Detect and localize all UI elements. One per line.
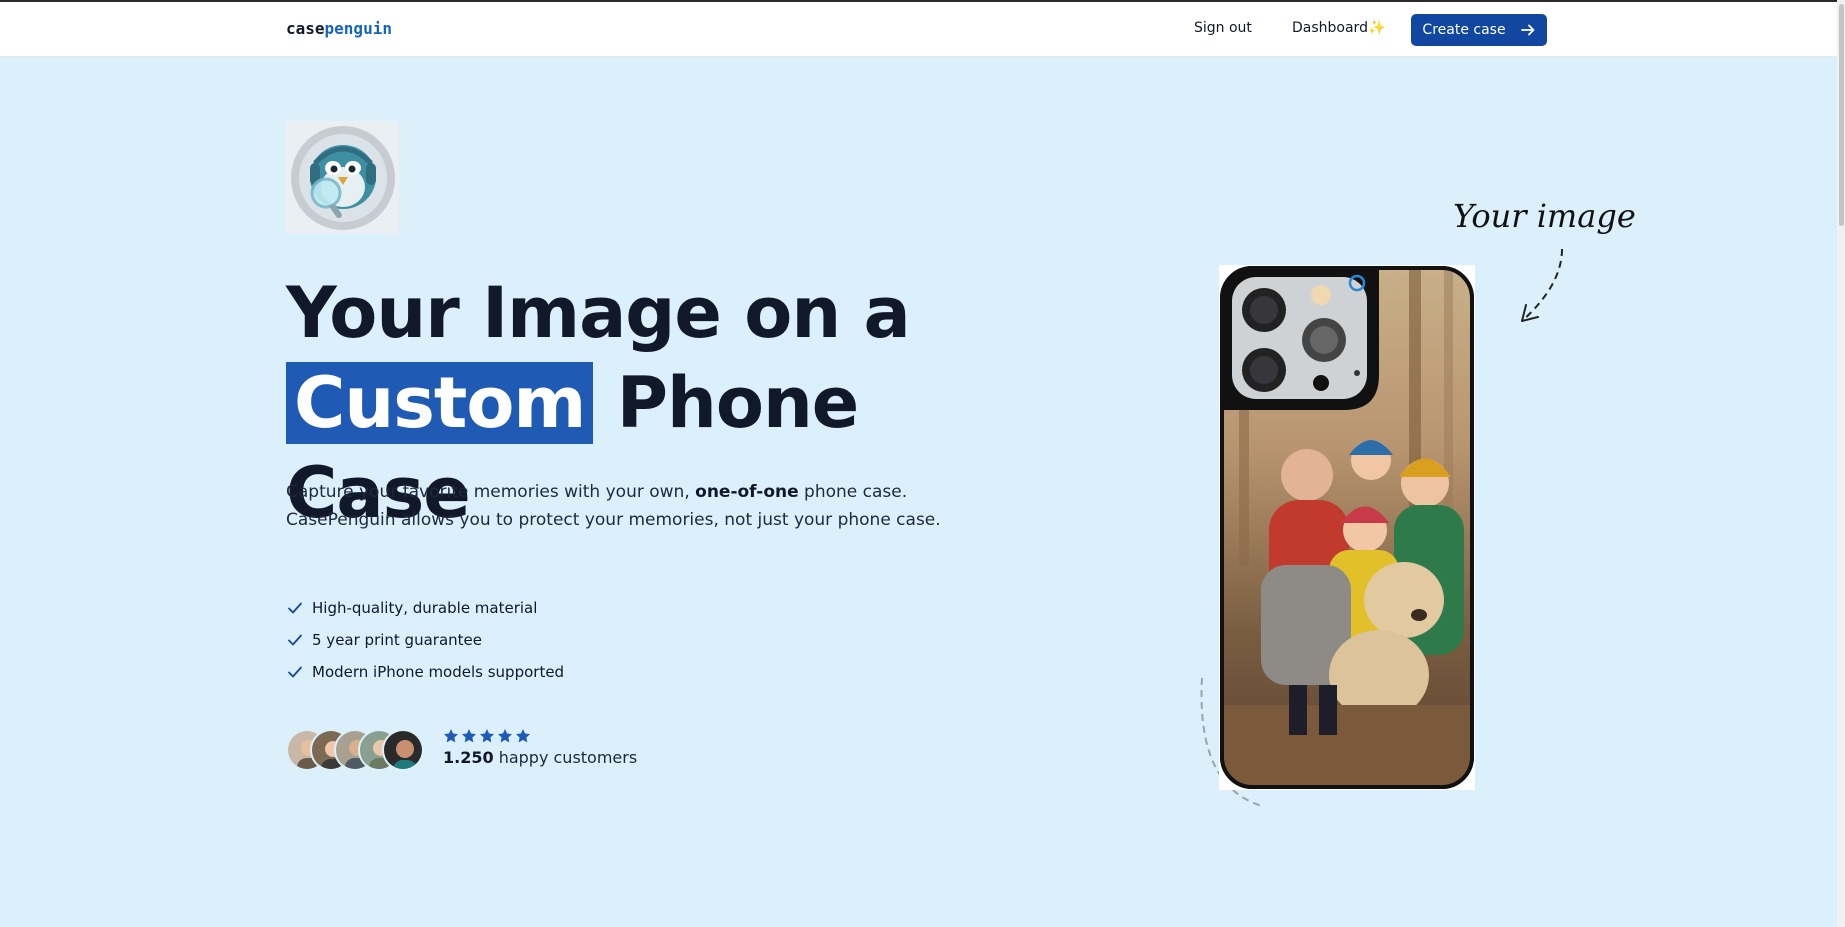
penguin-icon (290, 125, 395, 230)
feature-item: 5 year print guarantee (286, 624, 564, 656)
rating-stars (443, 728, 531, 744)
feature-item: Modern iPhone models supported (286, 656, 564, 688)
feature-list: High-quality, durable material 5 year pr… (286, 592, 564, 688)
description-part-1: Capture your favorite memories with your… (286, 482, 696, 502)
scrollbar-thumb[interactable] (1839, 4, 1844, 226)
your-image-annotation: Your image (1453, 197, 1636, 235)
happy-customers-text: 1.250 happy customers (443, 748, 637, 767)
description-bold: one-of-one (695, 482, 799, 502)
feature-label: High-quality, durable material (312, 599, 538, 617)
headline-line-1: Your Image on a (286, 272, 911, 354)
create-case-label: Create case (1422, 22, 1506, 38)
logo-text-penguin: penguin (324, 19, 392, 38)
feature-label: Modern iPhone models supported (312, 663, 565, 681)
check-icon (288, 602, 302, 614)
customers-label: happy customers (493, 748, 638, 767)
sign-out-link[interactable]: Sign out (1194, 20, 1252, 36)
star-icon (498, 729, 512, 743)
feature-item: High-quality, durable material (286, 592, 564, 624)
logo[interactable]: casepenguin (286, 19, 392, 38)
penguin-mascot-image (286, 121, 399, 234)
hero-description: Capture your favorite memories with your… (286, 478, 946, 534)
headline-highlight: Custom (286, 362, 594, 444)
dashed-arrow-icon (1521, 248, 1563, 322)
phone-case-preview (1219, 265, 1475, 790)
navbar: casepenguin Sign out Dashboard✨ Create c… (0, 2, 1837, 57)
avatar (382, 729, 424, 771)
star-icon (444, 729, 458, 743)
logo-text-case: case (286, 19, 325, 38)
phone-case-image (1220, 266, 1474, 789)
feature-label: 5 year print guarantee (312, 631, 482, 649)
create-case-button[interactable]: Create case (1411, 14, 1547, 46)
arrow-right-icon (1520, 24, 1534, 36)
customer-avatars (286, 729, 424, 771)
customers-count: 1.250 (443, 748, 494, 767)
star-icon (462, 729, 476, 743)
star-icon (480, 729, 494, 743)
check-icon (288, 666, 302, 678)
star-icon (516, 729, 530, 743)
check-icon (288, 634, 302, 646)
dashboard-link[interactable]: Dashboard✨ (1292, 20, 1385, 36)
